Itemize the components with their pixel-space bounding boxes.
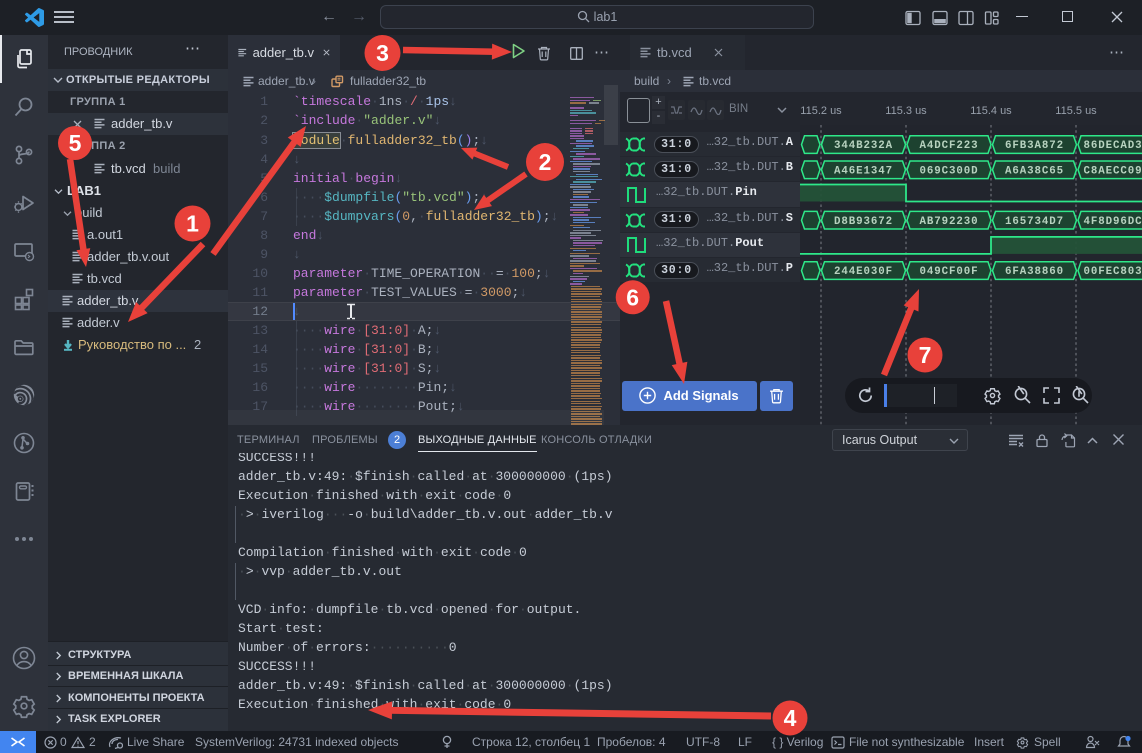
svg-text:344B232A: 344B232A: [834, 140, 893, 152]
svg-text:069C300D: 069C300D: [919, 165, 978, 177]
svg-text:A46E1347: A46E1347: [834, 165, 893, 177]
svg-text:A4DCF223: A4DCF223: [919, 140, 978, 152]
svg-text:6FA38860: 6FA38860: [1005, 266, 1064, 278]
svg-text:C8AECC09: C8AECC09: [1083, 165, 1142, 177]
svg-text:4F8D96DC: 4F8D96DC: [1083, 216, 1142, 228]
svg-text:AB792230: AB792230: [919, 216, 978, 228]
svg-text:6FB3A872: 6FB3A872: [1005, 140, 1064, 152]
svg-text:244E030F: 244E030F: [834, 266, 893, 278]
svg-text:165734D7: 165734D7: [1005, 216, 1064, 228]
svg-text:049CF00F: 049CF00F: [919, 266, 978, 278]
svg-text:00FEC803: 00FEC803: [1083, 266, 1142, 278]
svg-text:A6A38C65: A6A38C65: [1005, 165, 1064, 177]
svg-text:86DECAD3: 86DECAD3: [1083, 140, 1142, 152]
svg-text:D8B93672: D8B93672: [834, 216, 893, 228]
